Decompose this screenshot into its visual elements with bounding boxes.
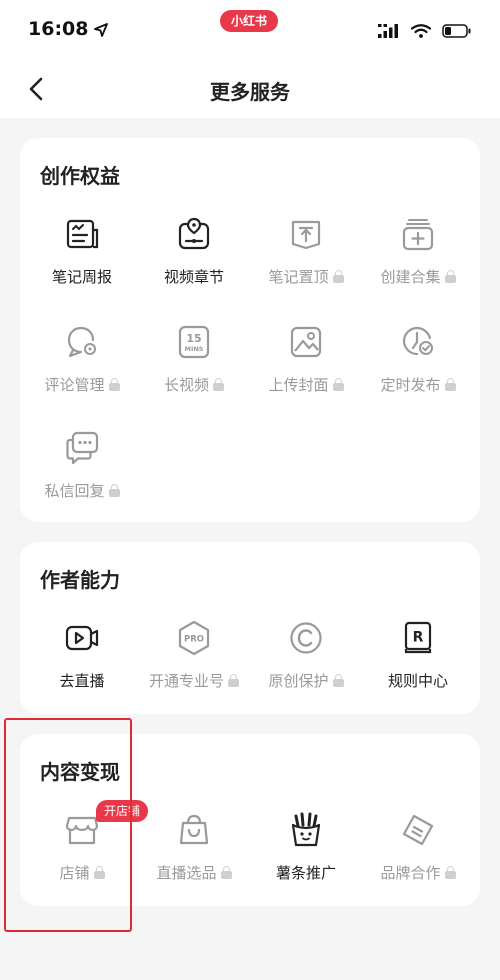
pin-note-icon <box>291 220 321 250</box>
author-abilities-card: 作者能力 去直播 PRO 开通专业号 原创保护 R 规则中心 <box>20 542 480 714</box>
lock-icon <box>108 484 120 497</box>
service-scheduled-publish[interactable]: 定时发布 <box>362 324 474 412</box>
video-chapter-icon <box>178 217 210 250</box>
status-time: 16:08 <box>28 18 109 42</box>
service-shop[interactable]: 开店铺 店铺 <box>26 800 149 900</box>
service-label: 原创保护 <box>250 670 362 691</box>
lock-icon <box>108 378 120 391</box>
service-label: 私信回复 <box>26 480 138 501</box>
battery-icon <box>442 23 471 38</box>
section-title-creation: 创作权益 <box>40 164 120 188</box>
service-upload-cover[interactable]: 上传封面 <box>250 324 362 412</box>
service-long-video[interactable]: 15 MINS 长视频 <box>138 324 250 412</box>
system-status-icons <box>372 20 472 39</box>
time-text: 16:08 <box>28 18 89 40</box>
live-camera-icon <box>65 625 99 651</box>
upload-cover-icon <box>290 326 322 358</box>
fries-icon <box>291 812 321 847</box>
lock-icon <box>332 378 344 391</box>
service-label: 长视频 <box>138 374 250 395</box>
service-create-collection[interactable]: 创建合集 <box>362 216 474 304</box>
scheduled-publish-icon <box>402 326 433 356</box>
long-video-icon-unit: MINS <box>184 345 203 353</box>
service-rules-center[interactable]: R 规则中心 <box>362 620 474 708</box>
lock-icon <box>228 674 239 687</box>
service-label: 去直播 <box>59 672 105 690</box>
service-pro-account[interactable]: PRO 开通专业号 <box>138 620 250 708</box>
service-label: 评论管理 <box>26 374 138 395</box>
creation-rights-card: 创作权益 笔记周报 视频章节 笔记置顶 创建合集 评论管理 15 MINS 长视… <box>20 138 480 522</box>
signal-icon <box>377 23 398 38</box>
pro-account-icon: PRO <box>178 620 210 656</box>
navigation-bar: 更多服务 <box>0 62 500 118</box>
brand-tag-icon <box>402 814 434 846</box>
lock-icon <box>444 866 456 879</box>
lock-icon <box>444 378 456 391</box>
service-message-reply[interactable]: 私信回复 <box>26 430 138 518</box>
lock-icon <box>213 378 224 391</box>
service-note-report[interactable]: 笔记周报 <box>26 216 138 304</box>
service-copyright-protect[interactable]: 原创保护 <box>250 620 362 708</box>
lock-icon <box>220 866 232 879</box>
service-pin-note[interactable]: 笔记置顶 <box>250 216 362 304</box>
lock-icon <box>332 674 344 687</box>
service-brand-cooperation[interactable]: 品牌合作 <box>362 812 474 900</box>
lock-icon <box>332 270 344 283</box>
service-label: 笔记置顶 <box>250 266 362 287</box>
service-label: 直播选品 <box>138 862 250 883</box>
wifi-icon <box>410 23 431 38</box>
content-monetization-card: 内容变现 开店铺 店铺 直播选品 薯条推广 品牌合作 <box>20 734 480 906</box>
lock-icon <box>444 270 456 283</box>
service-fries-promotion[interactable]: 薯条推广 <box>250 812 362 900</box>
service-label: 定时发布 <box>362 374 474 395</box>
service-label: 开通专业号 <box>138 670 250 691</box>
create-collection-icon <box>402 219 434 251</box>
service-go-live[interactable]: 去直播 <box>26 620 138 708</box>
service-comment-manage[interactable]: 评论管理 <box>26 324 138 412</box>
copyright-icon <box>290 622 322 654</box>
message-reply-icon <box>66 431 99 465</box>
long-video-icon-number: 15 <box>186 332 201 345</box>
section-title-monetize: 内容变现 <box>40 760 120 784</box>
service-video-chapter[interactable]: 视频章节 <box>138 216 250 304</box>
long-video-icon: 15 MINS <box>178 325 210 359</box>
service-label: 规则中心 <box>387 672 448 690</box>
section-title-author: 作者能力 <box>40 568 120 592</box>
note-report-icon <box>66 219 99 249</box>
shopping-bag-icon <box>179 814 209 845</box>
rules-icon: R <box>404 621 432 654</box>
service-label: 创建合集 <box>362 266 474 287</box>
app-indicator-pill[interactable]: 小红书 <box>220 10 278 32</box>
service-label: 视频章节 <box>163 268 224 286</box>
rules-icon-text: R <box>413 630 424 646</box>
page-title: 更多服务 <box>210 80 290 104</box>
service-label: 品牌合作 <box>362 862 474 883</box>
shop-icon <box>65 816 99 845</box>
lock-icon <box>93 866 105 879</box>
service-label: 上传封面 <box>250 374 362 395</box>
pro-icon-text: PRO <box>184 635 204 645</box>
service-label: 店铺 <box>26 862 138 883</box>
service-live-product-selection[interactable]: 直播选品 <box>138 812 250 900</box>
service-label: 笔记周报 <box>51 268 112 286</box>
status-bar: 16:08 小红书 <box>0 0 500 62</box>
comment-manage-icon <box>67 326 96 358</box>
location-arrow-icon <box>94 20 109 42</box>
service-label: 薯条推广 <box>275 864 336 882</box>
